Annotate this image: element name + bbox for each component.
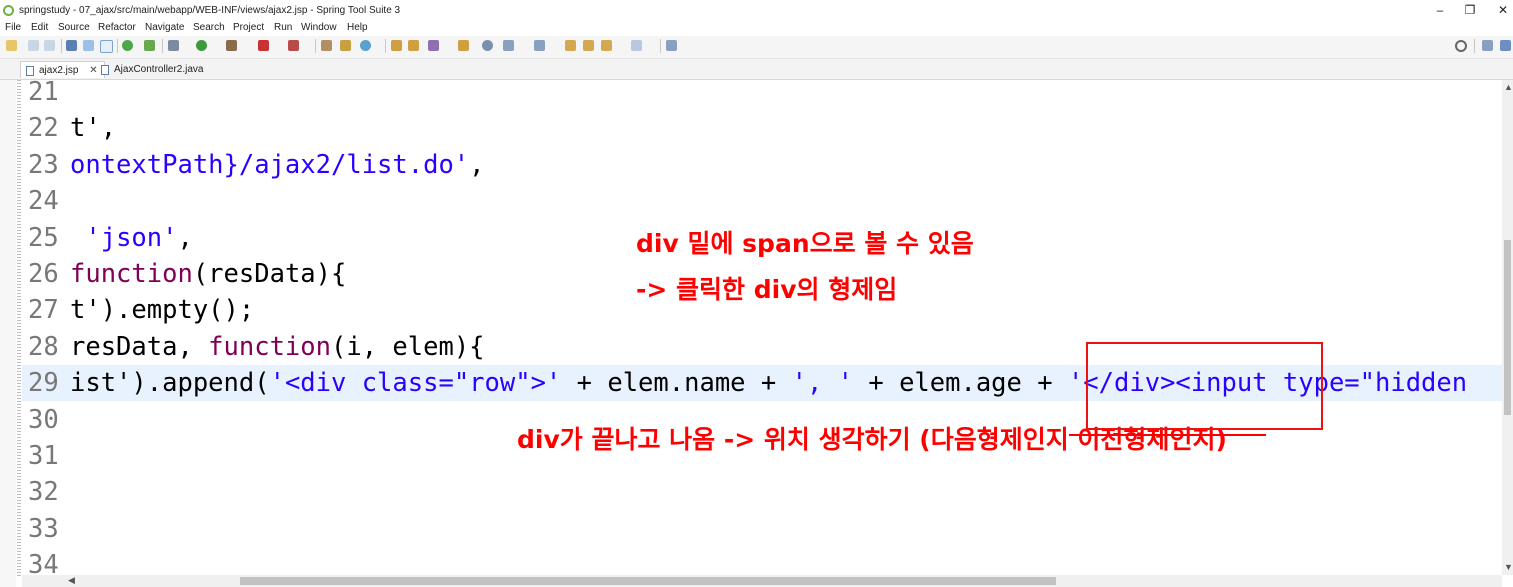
line-number: 30 [28, 404, 59, 435]
menu-source[interactable]: Source [58, 22, 90, 33]
tab-ajax2-jsp[interactable]: ajax2.jsp ✕ [20, 61, 105, 78]
search-icon[interactable] [1455, 40, 1467, 52]
line-number: 26 [28, 259, 59, 289]
menu-window[interactable]: Window [301, 22, 337, 33]
block-selection-icon[interactable] [100, 40, 113, 53]
search-tool-icon[interactable] [428, 40, 439, 51]
line-number: 23 [28, 149, 59, 180]
open-task-icon[interactable] [408, 40, 419, 51]
stop-icon[interactable] [258, 40, 269, 51]
close-window-button[interactable]: ✕ [1491, 2, 1513, 19]
debug-icon[interactable] [168, 40, 179, 51]
toggle-mark-icon[interactable] [83, 40, 94, 51]
annotation-sibling-note-2: -> 클릭한 div의 형제임 [636, 275, 898, 304]
menu-search[interactable]: Search [193, 22, 225, 33]
save-icon[interactable] [28, 40, 39, 51]
java-file-icon [101, 65, 109, 75]
open-perspective-icon[interactable] [1482, 40, 1493, 51]
minimize-button[interactable]: – [1428, 2, 1452, 19]
menu-project[interactable]: Project [233, 22, 264, 33]
menu-help[interactable]: Help [347, 22, 368, 33]
scroll-left-icon[interactable]: ◀ [68, 575, 75, 586]
new-java-project-icon[interactable] [321, 40, 332, 51]
spring-icon[interactable] [144, 40, 155, 51]
terminal-icon[interactable] [66, 40, 77, 51]
code-line-24[interactable]: 24 [22, 183, 1502, 219]
spring-tool-suite-icon [3, 5, 14, 16]
horizontal-scroll-thumb[interactable] [240, 577, 1056, 585]
code-line-32[interactable]: 32 [22, 474, 1502, 510]
editor-tab-bar: ajax2.jsp ✕ AjaxController2.java [0, 59, 1513, 80]
external-tools-icon[interactable] [288, 40, 299, 51]
back-icon[interactable] [583, 40, 594, 51]
code-line-21[interactable]: 21 [22, 80, 1502, 110]
code-text: function(resData){ [70, 259, 347, 289]
open-folder-icon[interactable] [458, 40, 469, 51]
web-browser-icon[interactable] [482, 40, 493, 51]
line-number: 24 [28, 186, 59, 217]
line-number: 21 [28, 80, 59, 107]
last-edit-icon[interactable] [565, 40, 576, 51]
menu-edit[interactable]: Edit [31, 22, 48, 33]
code-line-34[interactable]: 34 [22, 547, 1502, 575]
java-ee-perspective-icon[interactable] [1500, 40, 1511, 51]
open-type-icon[interactable] [391, 40, 402, 51]
line-number: 25 [28, 222, 59, 253]
line-number: 27 [28, 295, 59, 326]
run-icon[interactable] [196, 40, 207, 51]
strikethrough-mark [1069, 434, 1266, 436]
code-text: t', [70, 113, 117, 144]
tab-label: ajax2.jsp [39, 65, 79, 76]
toolbar [0, 36, 1513, 59]
save-all-icon[interactable] [44, 40, 55, 51]
code-line-33[interactable]: 33 [22, 511, 1502, 547]
line-number: 34 [28, 550, 59, 575]
new-package-icon[interactable] [340, 40, 351, 51]
back-nav-icon[interactable] [601, 40, 612, 51]
title-bar: springstudy - 07_ajax/src/main/webapp/WE… [0, 0, 1513, 21]
code-text: 'json', [85, 222, 193, 253]
scroll-down-icon[interactable]: ▼ [1504, 562, 1513, 572]
menu-refactor[interactable]: Refactor [98, 22, 136, 33]
line-number: 32 [28, 477, 59, 508]
annotation-sibling-note: div 밑에 span으로 볼 수 있음 [636, 229, 974, 258]
scroll-up-icon[interactable]: ▲ [1504, 82, 1513, 92]
code-text: resData, function(i, elem){ [70, 331, 485, 362]
highlight-box [1086, 342, 1323, 430]
maximize-button[interactable]: ❐ [1458, 2, 1482, 19]
code-editor[interactable]: 21 22 t', 23 ontextPath}/ajax2/list.do', 24 25… [22, 80, 1502, 575]
line-number: 31 [28, 441, 59, 471]
previous-annotation-icon[interactable] [534, 40, 545, 51]
code-text: t').empty(); [70, 295, 255, 326]
overview-ruler [0, 80, 16, 587]
code-line-22[interactable]: 22 t', [22, 110, 1502, 146]
menu-bar: File Edit Source Refactor Navigate Searc… [0, 21, 1513, 35]
tab-ajaxcontroller2-java[interactable]: AjaxController2.java [96, 61, 210, 78]
horizontal-scrollbar[interactable]: ◀ [22, 575, 1502, 587]
line-number: 29 [28, 368, 59, 399]
coverage-icon[interactable] [226, 40, 237, 51]
new-icon[interactable] [6, 40, 17, 51]
jsp-file-icon [26, 66, 34, 76]
line-number: 28 [28, 331, 59, 362]
boot-dashboard-icon[interactable] [122, 40, 133, 51]
tab-label: AjaxController2.java [114, 64, 204, 75]
line-number: 33 [28, 513, 59, 544]
new-class-icon[interactable] [360, 40, 371, 51]
forward-nav-icon[interactable] [631, 40, 642, 51]
menu-navigate[interactable]: Navigate [145, 22, 184, 33]
code-line-23[interactable]: 23 ontextPath}/ajax2/list.do', [22, 147, 1502, 183]
annotation-ruler [17, 80, 21, 578]
menu-file[interactable]: File [5, 22, 21, 33]
vertical-scrollbar[interactable]: ▲ ▼ [1502, 80, 1513, 575]
window-title: springstudy - 07_ajax/src/main/webapp/WE… [19, 5, 401, 16]
code-text: ontextPath}/ajax2/list.do', [70, 149, 485, 180]
menu-run[interactable]: Run [274, 22, 292, 33]
vertical-scroll-thumb[interactable] [1504, 240, 1511, 415]
pin-editor-icon[interactable] [666, 40, 677, 51]
next-annotation-icon[interactable] [503, 40, 514, 51]
line-number: 22 [28, 113, 59, 144]
